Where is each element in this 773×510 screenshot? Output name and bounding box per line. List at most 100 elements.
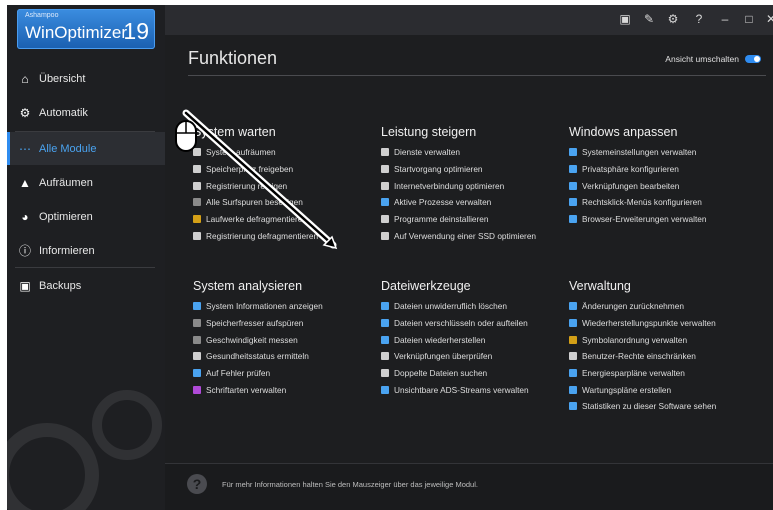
module-link[interactable]: Internetverbindung optimieren (381, 177, 536, 194)
module-link[interactable]: Wiederherstellungspunkte verwalten (569, 315, 716, 332)
module-link[interactable]: Schriftarten verwalten (193, 381, 323, 398)
shortcut-icon (569, 181, 577, 190)
process-icon (381, 198, 389, 207)
logo: Ashampoo WinOptimizer 19 (17, 9, 155, 49)
help-icon[interactable]: ? (691, 12, 707, 26)
module-link[interactable]: Unsichtbare ADS-Streams verwalten (381, 381, 529, 398)
module-link[interactable]: Wartungspläne erstellen (569, 381, 716, 398)
sidebar-item-automation[interactable]: ⚙ Automatik (7, 96, 165, 129)
title-divider (188, 75, 766, 76)
module-label: Speicherfresser aufspüren (206, 318, 304, 329)
broom-icon: ▲ (19, 175, 31, 190)
module-link[interactable]: Symbolanordnung verwalten (569, 331, 716, 348)
module-label: Energiesparpläne verwalten (582, 368, 685, 379)
module-link[interactable]: Systemeinstellungen verwalten (569, 144, 707, 161)
rocket-icon (381, 165, 389, 174)
module-link[interactable]: Benutzer-Rechte einschränken (569, 348, 716, 365)
sidebar-item-label: Backups (39, 279, 82, 292)
sidebar-item-all-modules[interactable]: ⋯ Alle Module (7, 132, 165, 165)
module-link[interactable]: Änderungen zurücknehmen (569, 298, 716, 315)
module-label: Doppelte Dateien suchen (394, 368, 488, 379)
module-link[interactable]: Doppelte Dateien suchen (381, 365, 529, 382)
minimize-icon[interactable]: – (717, 12, 733, 26)
module-link[interactable]: Dateien wiederherstellen (381, 331, 529, 348)
icons-layout-icon (569, 335, 577, 344)
module-link[interactable]: Dateien verschlüsseln oder aufteilen (381, 315, 529, 332)
module-link[interactable]: Auf Fehler prüfen (193, 365, 323, 382)
module-link[interactable]: Auf Verwendung einer SSD optimieren (381, 227, 536, 244)
disk-icon (193, 148, 201, 157)
footer: ? Für mehr Informationen halten Sie den … (165, 463, 773, 510)
module-label: Dienste verwalten (394, 147, 460, 158)
view-toggle[interactable]: Ansicht umschalten (665, 54, 761, 64)
module-label: Rechtsklick-Menüs konfigurieren (582, 197, 702, 208)
module-label: Verknüpfungen überprüfen (394, 351, 493, 362)
module-link[interactable]: Programme deinstallieren (381, 211, 536, 228)
group-title: Leistung steigern (381, 125, 477, 139)
group-performance: Leistung steigern Dienste verwalten Startv… (381, 125, 536, 244)
chat-icon[interactable]: ▣ (617, 12, 633, 26)
module-link[interactable]: Verknüpfungen bearbeiten (569, 177, 707, 194)
sidebar-item-inform[interactable]: ⓘ Informieren (7, 234, 165, 267)
module-label: Dateien unwiderruflich löschen (394, 301, 507, 312)
context-menu-icon (569, 198, 577, 207)
automation-icon: ⚙ (19, 105, 31, 120)
module-link[interactable]: Aktive Prozesse verwalten (381, 194, 536, 211)
system-info-icon (193, 302, 201, 311)
group-title: Windows anpassen (569, 125, 678, 139)
health-icon (193, 352, 201, 361)
module-link[interactable]: Laufwerke defragmentieren (193, 211, 318, 228)
file-icon (193, 165, 201, 174)
sidebar-item-cleanup[interactable]: ▲ Aufräumen (7, 166, 165, 199)
undo-icon (569, 302, 577, 311)
module-link[interactable]: Dateien unwiderruflich löschen (381, 298, 529, 315)
module-label: Wiederherstellungspunkte verwalten (582, 318, 716, 329)
module-label: Aktive Prozesse verwalten (394, 197, 492, 208)
group-title: System warten (193, 125, 276, 139)
module-link[interactable]: Geschwindigkeit messen (193, 331, 323, 348)
module-link[interactable]: Rechtsklick-Menüs konfigurieren (569, 194, 707, 211)
module-link[interactable]: Verknüpfungen überprüfen (381, 348, 529, 365)
module-link[interactable]: Registrierung reinigen (193, 177, 318, 194)
module-link[interactable]: Alle Surfspuren beseitigen (193, 194, 318, 211)
group-administration: Verwaltung Änderungen zurücknehmen Wiederh… (569, 279, 716, 415)
module-link[interactable]: Startvorgang optimieren (381, 161, 536, 178)
edit-icon[interactable]: ✎ (641, 12, 657, 26)
module-link[interactable]: System aufräumen (193, 144, 318, 161)
module-link[interactable]: Speicherplatz freigeben (193, 161, 318, 178)
module-link[interactable]: Dienste verwalten (381, 144, 536, 161)
module-link[interactable]: Statistiken zu dieser Software sehen (569, 398, 716, 415)
storage-icon (193, 319, 201, 328)
group-windows-customize: Windows anpassen Systemeinstellungen verw… (569, 125, 707, 227)
sidebar-item-overview[interactable]: ⌂ Übersicht (7, 62, 165, 95)
grid-icon: ⋯ (19, 141, 31, 156)
logo-brand: Ashampoo (25, 12, 59, 19)
module-label: Symbolanordnung verwalten (582, 334, 688, 345)
sidebar-item-optimize[interactable]: ◕ Optimieren (7, 200, 165, 233)
toggle-switch-icon[interactable] (745, 55, 761, 63)
module-label: Laufwerke defragmentieren (206, 214, 308, 225)
module-link[interactable]: Privatsphäre konfigurieren (569, 161, 707, 178)
module-link[interactable]: Energiesparpläne verwalten (569, 365, 716, 382)
module-link[interactable]: System Informationen anzeigen (193, 298, 323, 315)
services-icon (381, 148, 389, 157)
module-label: Startvorgang optimieren (394, 164, 483, 175)
maximize-icon[interactable]: □ (741, 12, 757, 26)
sidebar-item-label: Alle Module (39, 142, 97, 155)
module-label: Dateien verschlüsseln oder aufteilen (394, 318, 528, 329)
module-label: Auf Verwendung einer SSD optimieren (394, 230, 537, 241)
gear-icon[interactable]: ⚙ (665, 12, 681, 26)
gear-watermark-icon (7, 390, 162, 510)
drive-check-icon (193, 369, 201, 378)
module-link[interactable]: Browser-Erweiterungen verwalten (569, 211, 707, 228)
module-link[interactable]: Gesundheitsstatus ermitteln (193, 348, 323, 365)
gauge-icon (193, 335, 201, 344)
close-icon[interactable]: ✕ (763, 12, 773, 26)
module-link[interactable]: Registrierung defragmentieren (193, 227, 318, 244)
footer-text: Für mehr Informationen halten Sie den Ma… (222, 480, 478, 489)
module-link[interactable]: Speicherfresser aufspüren (193, 315, 323, 332)
sidebar-item-backups[interactable]: ▣ Backups (7, 269, 165, 302)
module-label: Änderungen zurücknehmen (582, 301, 684, 312)
module-label: Dateien wiederherstellen (394, 334, 486, 345)
defrag-icon (193, 215, 201, 224)
